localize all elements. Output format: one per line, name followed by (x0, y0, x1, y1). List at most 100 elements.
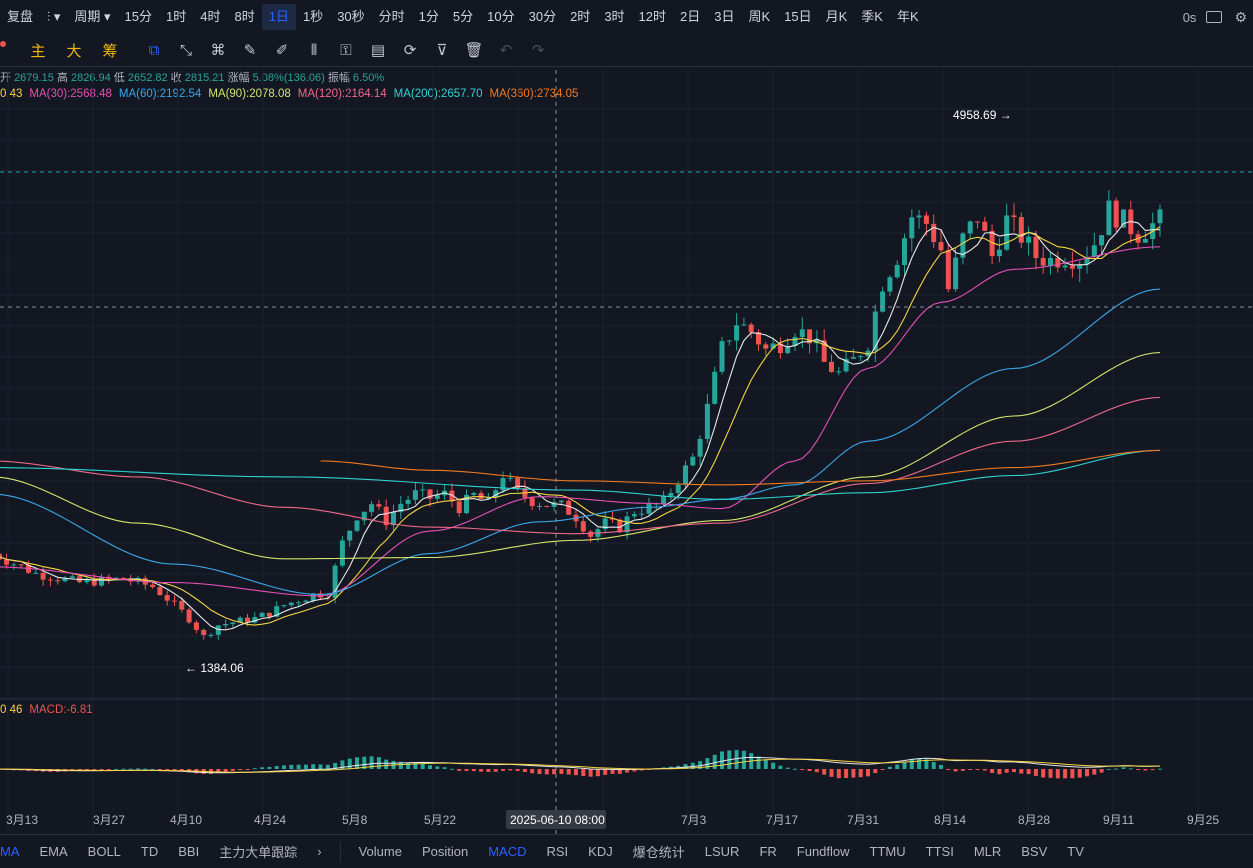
sub-indicator-13[interactable]: TV (1057, 844, 1094, 859)
timeframe-3[interactable]: 15分 (118, 4, 159, 30)
timeframe-4[interactable]: 1时 (159, 4, 193, 30)
candle-body (449, 490, 455, 502)
macd-histogram-bar (442, 767, 447, 769)
sub-indicator-3[interactable]: RSI (537, 844, 579, 859)
macd-histogram-bar (48, 769, 53, 772)
main-indicator-4[interactable]: BBI (168, 844, 209, 859)
timeframe-22[interactable]: 月K (819, 4, 855, 30)
macd-histogram-bar (282, 765, 286, 769)
toolbar-label-1[interactable]: 大 (56, 36, 92, 64)
candle-body (726, 340, 732, 342)
timeframe-24[interactable]: 年K (890, 4, 926, 30)
toolbar-label-0[interactable]: 主 (20, 36, 56, 64)
sub-indicator-8[interactable]: Fundflow (787, 844, 860, 859)
candle-body (588, 531, 594, 537)
macd-histogram-bar (114, 768, 119, 770)
candle-body (741, 324, 747, 326)
macd-histogram-bar (741, 750, 746, 769)
ruler-icon[interactable]: ✎ (234, 36, 266, 64)
trash-icon[interactable]: 🗑 (458, 36, 490, 64)
note-icon[interactable]: ▤ (362, 36, 394, 64)
compare-icon[interactable]: ⤡ (170, 36, 202, 64)
timeframe-1[interactable]: ⫶ ▾ (40, 4, 67, 30)
timeframe-7[interactable]: 1日 (261, 4, 296, 30)
candle-body (945, 250, 951, 290)
candle-body (617, 519, 623, 533)
macd-histogram-bar (610, 769, 615, 774)
timeframe-16[interactable]: 3时 (597, 4, 631, 30)
price-chart[interactable]: 4958.69 → ← 1384.06 3月13 3月27 4月10 4月24 5月8 5月2… (0, 34, 1253, 834)
candle-body (434, 495, 440, 499)
timeframe-5[interactable]: 4时 (193, 4, 227, 30)
more-indicators-button[interactable]: › (307, 844, 331, 859)
sub-indicator-7[interactable]: FR (749, 844, 786, 859)
camera-icon[interactable] (1206, 11, 1223, 23)
timeframe-6[interactable]: 8时 (227, 4, 261, 30)
undo-icon[interactable]: ↶ (490, 36, 522, 64)
sub-indicator-0[interactable]: Volume (349, 844, 412, 859)
indicator-icon[interactable]: ⧉ (138, 36, 170, 64)
timeframe-17[interactable]: 12时 (632, 4, 673, 30)
timeframe-2[interactable]: 周期 ▾ (67, 4, 117, 30)
candle-body (675, 484, 681, 493)
close-label: 收 (170, 72, 182, 84)
candle-body (142, 578, 148, 585)
timeframe-14[interactable]: 30分 (522, 4, 563, 30)
timeframe-10[interactable]: 分时 (372, 4, 412, 30)
sub-indicator-4[interactable]: KDJ (578, 844, 623, 859)
timeframe-15[interactable]: 2时 (563, 4, 597, 30)
macd-histogram-bar (968, 769, 973, 770)
sub-indicator-5[interactable]: 爆仓统计 (623, 842, 695, 861)
candle-body (777, 343, 783, 354)
ma-line (0, 288, 1161, 596)
main-indicator-0[interactable]: MA (0, 844, 30, 859)
draw-icon[interactable]: ⌘ (202, 36, 234, 64)
macd-histogram-bar (157, 769, 162, 770)
timeframe-12[interactable]: 5分 (446, 4, 480, 30)
macd-histogram-bar (84, 769, 89, 771)
sub-indicator-1[interactable]: Position (412, 844, 478, 859)
macd-dif-line (0, 756, 1161, 774)
sub-indicator-12[interactable]: BSV (1011, 844, 1057, 859)
candle-body (1077, 264, 1083, 269)
candle-body (1048, 257, 1053, 266)
main-indicator-3[interactable]: TD (131, 844, 168, 859)
redo-icon[interactable]: ↷ (522, 36, 554, 64)
timeframe-9[interactable]: 30秒 (330, 4, 371, 30)
sub-indicator-10[interactable]: TTSI (916, 844, 964, 859)
ma10-line (0, 226, 1161, 626)
amplitude-value: 6.50% (352, 72, 385, 84)
macd-histogram-bar (391, 760, 396, 769)
timeframe-19[interactable]: 3日 (707, 4, 741, 30)
main-indicator-2[interactable]: BOLL (78, 844, 131, 859)
candle-body (274, 606, 280, 617)
timeframe-8[interactable]: 1秒 (296, 4, 330, 30)
timeframe-21[interactable]: 15日 (777, 4, 818, 30)
macd-histogram-bar (92, 769, 97, 771)
timeframe-18[interactable]: 2日 (673, 4, 707, 30)
timeframe-23[interactable]: 季K (854, 4, 890, 30)
sub-indicator-6[interactable]: LSUR (695, 844, 750, 859)
sub-indicator-9[interactable]: TTMU (860, 844, 916, 859)
sub-indicator-11[interactable]: MLR (964, 844, 1011, 859)
brush-icon[interactable]: ✐ (266, 36, 298, 64)
crosshair-date-label: 2025-06-10 08:00 (510, 813, 605, 827)
macd-histogram-bar (1070, 769, 1075, 779)
timeframe-0[interactable]: 复盘 (0, 4, 40, 30)
close-value: 2815.21 (184, 72, 225, 84)
settings-icon[interactable]: ⚙ (1234, 9, 1247, 26)
candle-body (339, 540, 345, 566)
candle-body (734, 325, 740, 341)
timeframe-11[interactable]: 1分 (412, 4, 446, 30)
timeframe-13[interactable]: 10分 (480, 4, 521, 30)
lock-icon[interactable]: ⚿ (330, 36, 362, 64)
main-indicator-1[interactable]: EMA (30, 844, 78, 859)
main-indicator-5[interactable]: 主力大单跟踪 (209, 842, 307, 861)
sub-indicator-2[interactable]: MACD (478, 844, 536, 859)
macd-histogram-bar (559, 769, 564, 774)
magnet-icon[interactable]: ⟳ (394, 36, 426, 64)
filter-icon[interactable]: ⊽ (426, 36, 458, 64)
timeframe-20[interactable]: 周K (741, 4, 777, 30)
toolbar-label-2[interactable]: 筹 (92, 36, 128, 64)
bars-icon[interactable]: ⫴ (298, 36, 330, 64)
